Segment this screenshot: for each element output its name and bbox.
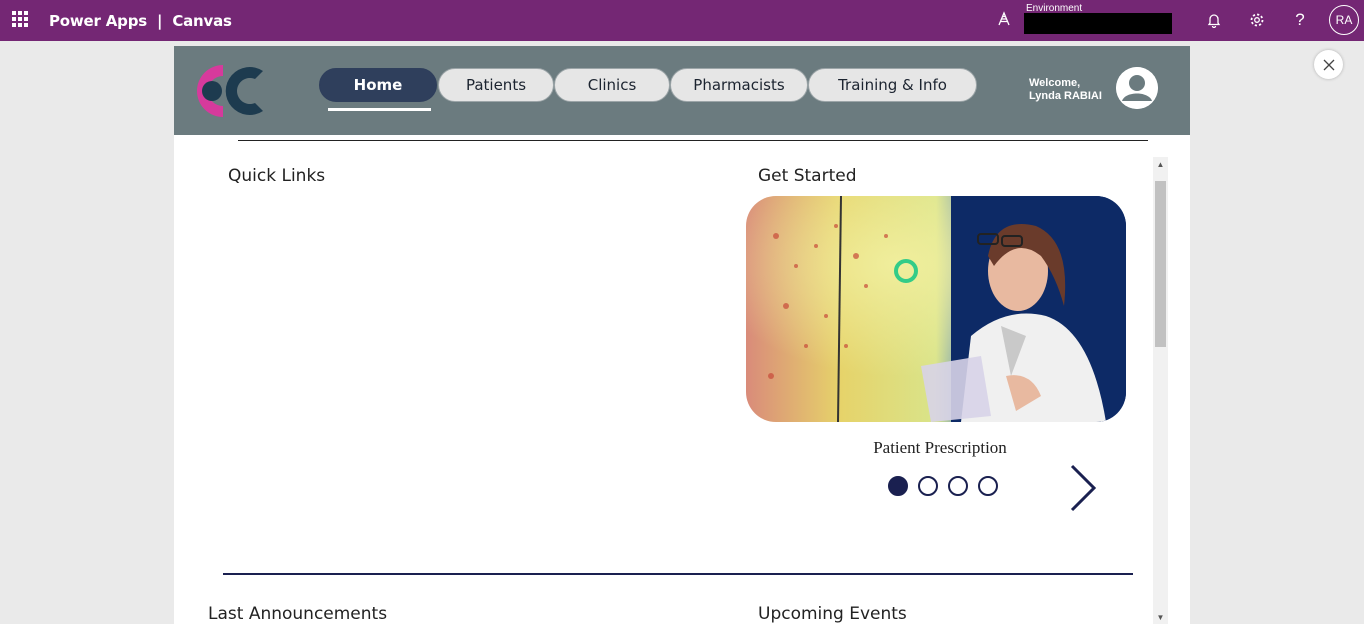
active-nav-indicator	[328, 108, 431, 111]
close-button[interactable]	[1314, 50, 1343, 79]
nav-home-button[interactable]: Home	[319, 68, 437, 102]
app-name: Power Apps	[49, 12, 147, 30]
bell-icon[interactable]	[1204, 10, 1224, 30]
nav-patients-button[interactable]: Patients	[438, 68, 554, 102]
help-icon[interactable]: ?	[1290, 10, 1310, 30]
carousel-dot-1[interactable]	[888, 476, 908, 496]
carousel-caption: Patient Prescription	[873, 438, 1007, 457]
scroll-thumb[interactable]	[1155, 181, 1166, 347]
waffle-icon[interactable]	[12, 11, 28, 27]
welcome-greeting: Welcome,	[1029, 77, 1081, 89]
nav-clinics-button[interactable]: Clinics	[554, 68, 670, 102]
nav-training-info-button[interactable]: Training & Info	[808, 68, 977, 102]
vertical-scrollbar[interactable]: ▲ ▼	[1153, 157, 1168, 624]
scroll-down-icon[interactable]: ▼	[1153, 610, 1168, 624]
user-avatar-initials[interactable]: RA	[1329, 5, 1359, 35]
canvas-app: Home Patients Clinics Pharmacists Traini…	[174, 46, 1190, 624]
carousel-dot-2[interactable]	[918, 476, 938, 496]
environment-selector[interactable]	[1024, 13, 1172, 34]
powerapps-top-bar: Power Apps | Canvas Environment ? RA	[0, 0, 1364, 41]
welcome-text: Welcome, Lynda RABIAI	[1029, 77, 1102, 103]
logo-icon	[197, 65, 263, 117]
gear-icon[interactable]	[1247, 10, 1267, 30]
header-divider	[238, 140, 1148, 141]
upcoming-events-title: Upcoming Events	[758, 604, 907, 624]
last-announcements-title: Last Announcements	[208, 604, 388, 624]
carousel-dot-4[interactable]	[978, 476, 998, 496]
environment-icon[interactable]	[996, 11, 1012, 27]
quick-links-title: Quick Links	[228, 166, 326, 186]
title-separator: |	[157, 12, 163, 30]
carousel-image[interactable]	[746, 196, 1126, 422]
welcome-user-name: Lynda RABIAI	[1029, 90, 1102, 102]
carousel-dot-3[interactable]	[948, 476, 968, 496]
user-profile-icon[interactable]	[1116, 67, 1158, 109]
canvas-label: Canvas	[172, 12, 232, 30]
scroll-up-icon[interactable]: ▲	[1153, 157, 1168, 171]
carousel-next-arrow-icon[interactable]	[1066, 464, 1100, 512]
close-icon	[1323, 59, 1334, 70]
get-started-title: Get Started	[758, 166, 857, 186]
nav-pharmacists-button[interactable]: Pharmacists	[670, 68, 808, 102]
app-header: Home Patients Clinics Pharmacists Traini…	[174, 46, 1190, 135]
app-title: Power Apps | Canvas	[49, 12, 232, 30]
section-divider	[223, 573, 1133, 575]
